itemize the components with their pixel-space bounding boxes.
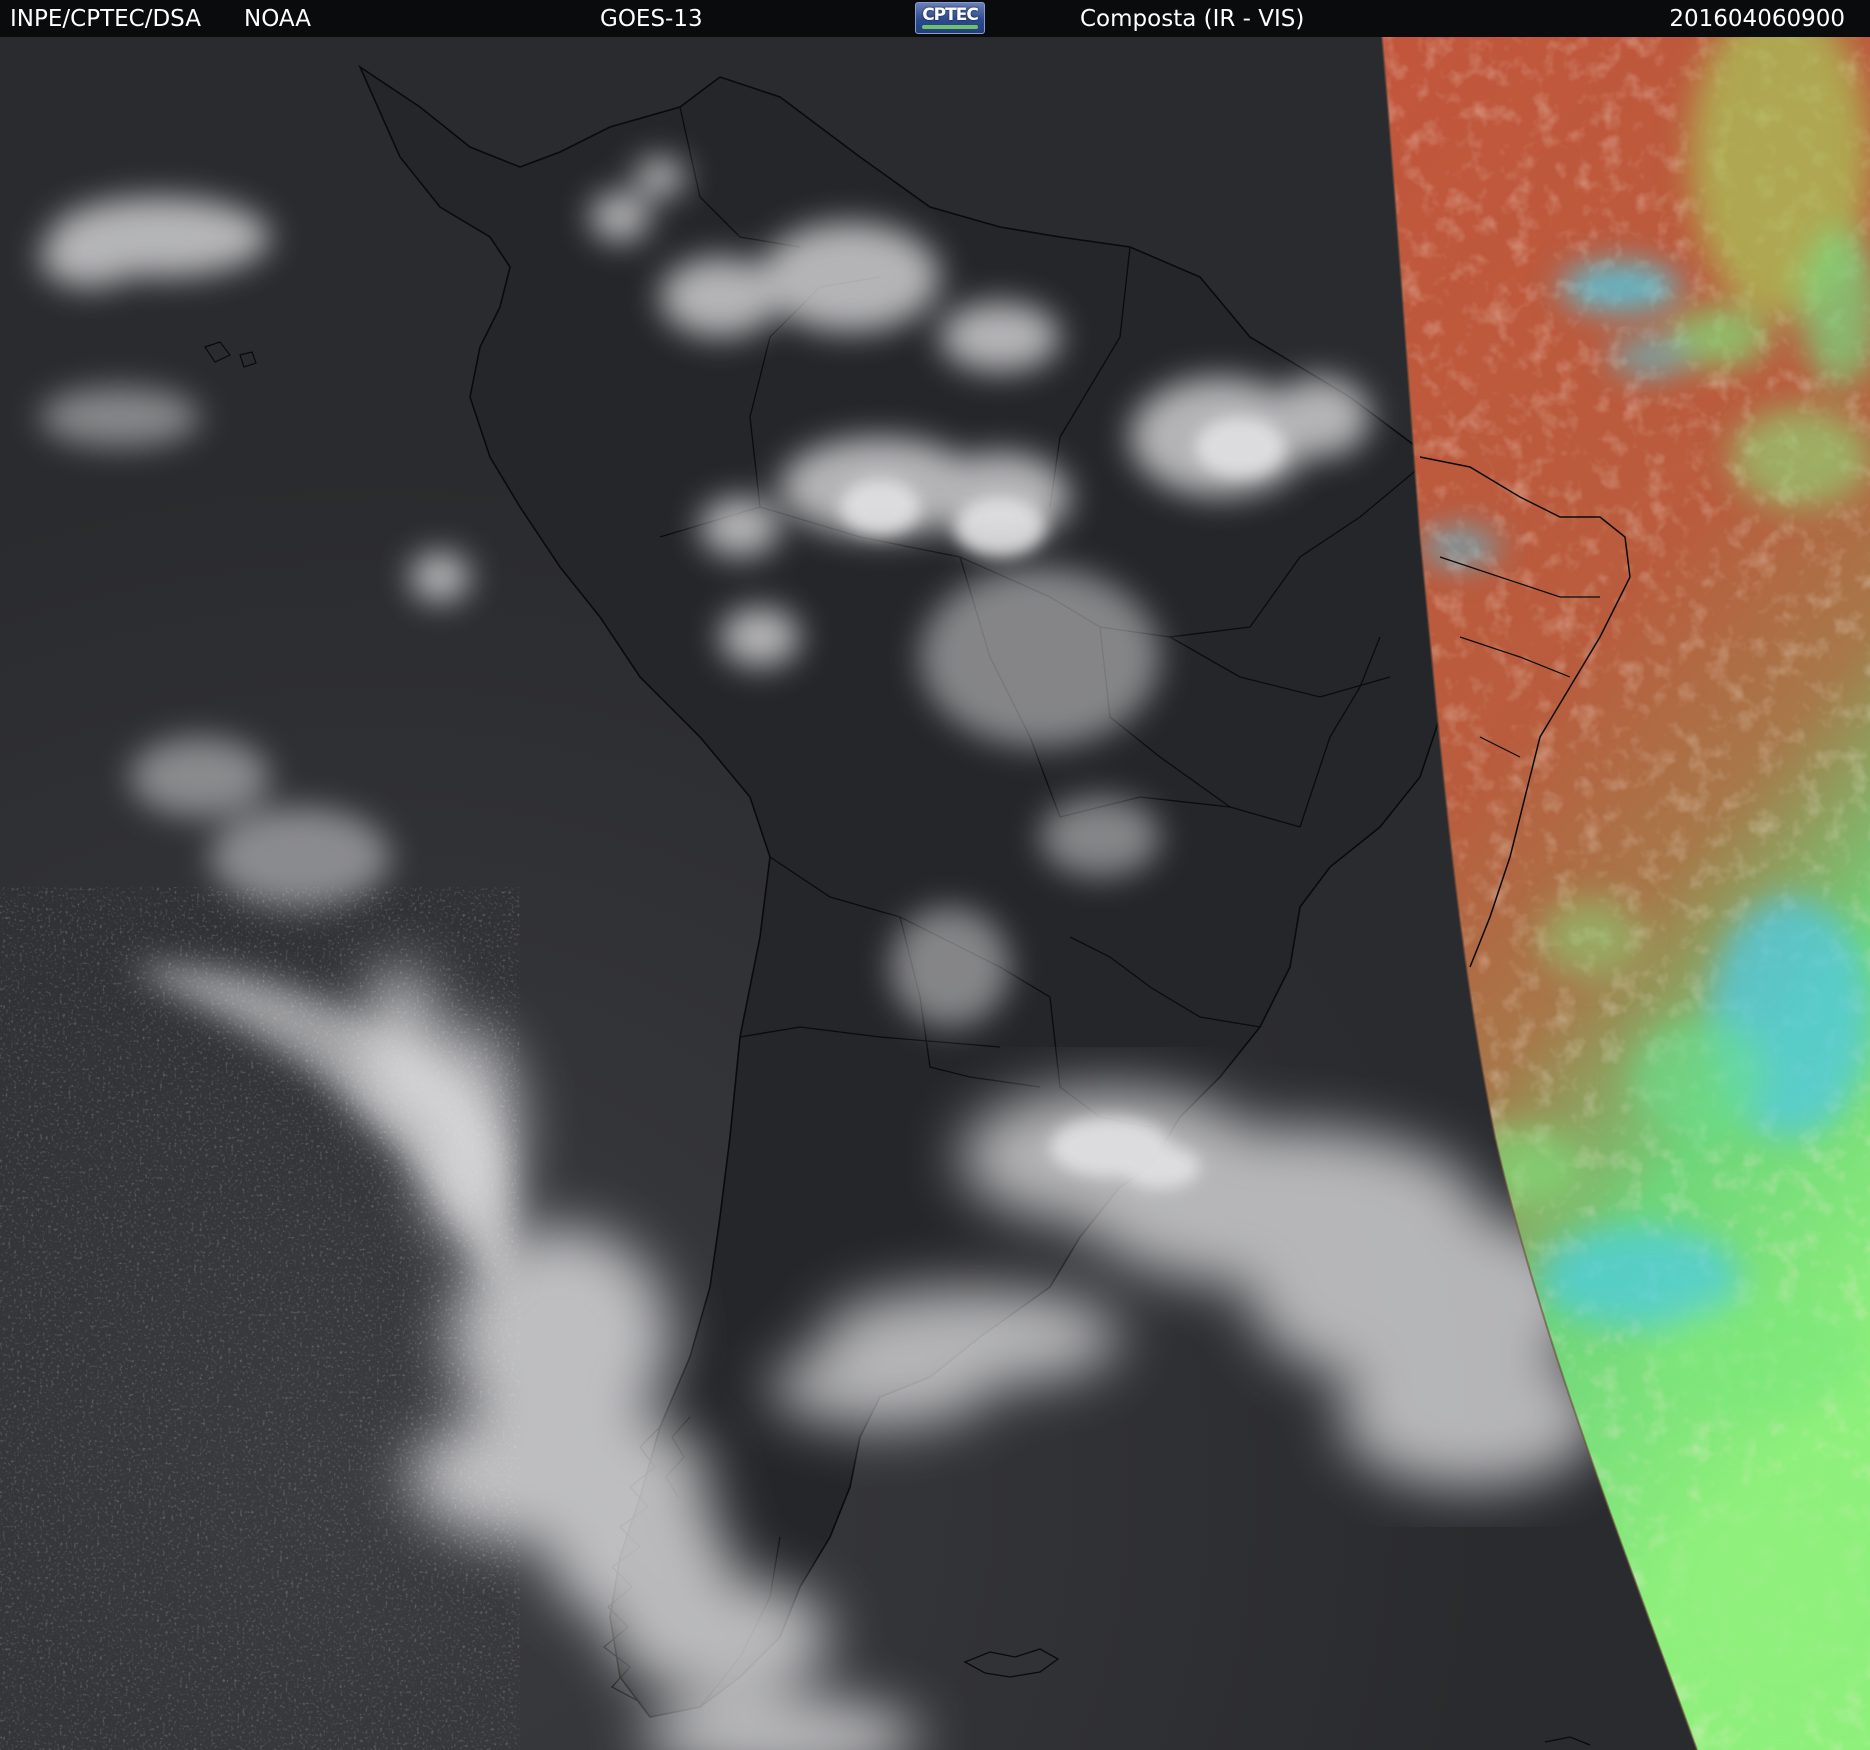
satellite-image: [0, 37, 1870, 1750]
cptec-logo: CPTEC: [915, 2, 985, 34]
title-bar: INPE/CPTEC/DSA NOAA GOES-13 CPTEC Compos…: [0, 0, 1870, 37]
cptec-logo-swoosh: [922, 25, 978, 29]
timestamp-label: 201604060900: [1669, 6, 1845, 32]
product-label: Composta (IR - VIS): [1080, 6, 1305, 32]
agency-label: NOAA: [244, 6, 312, 32]
organization-label: INPE/CPTEC/DSA: [10, 6, 201, 32]
satellite-label: GOES-13: [600, 6, 703, 32]
cptec-logo-text: CPTEC: [922, 5, 979, 25]
